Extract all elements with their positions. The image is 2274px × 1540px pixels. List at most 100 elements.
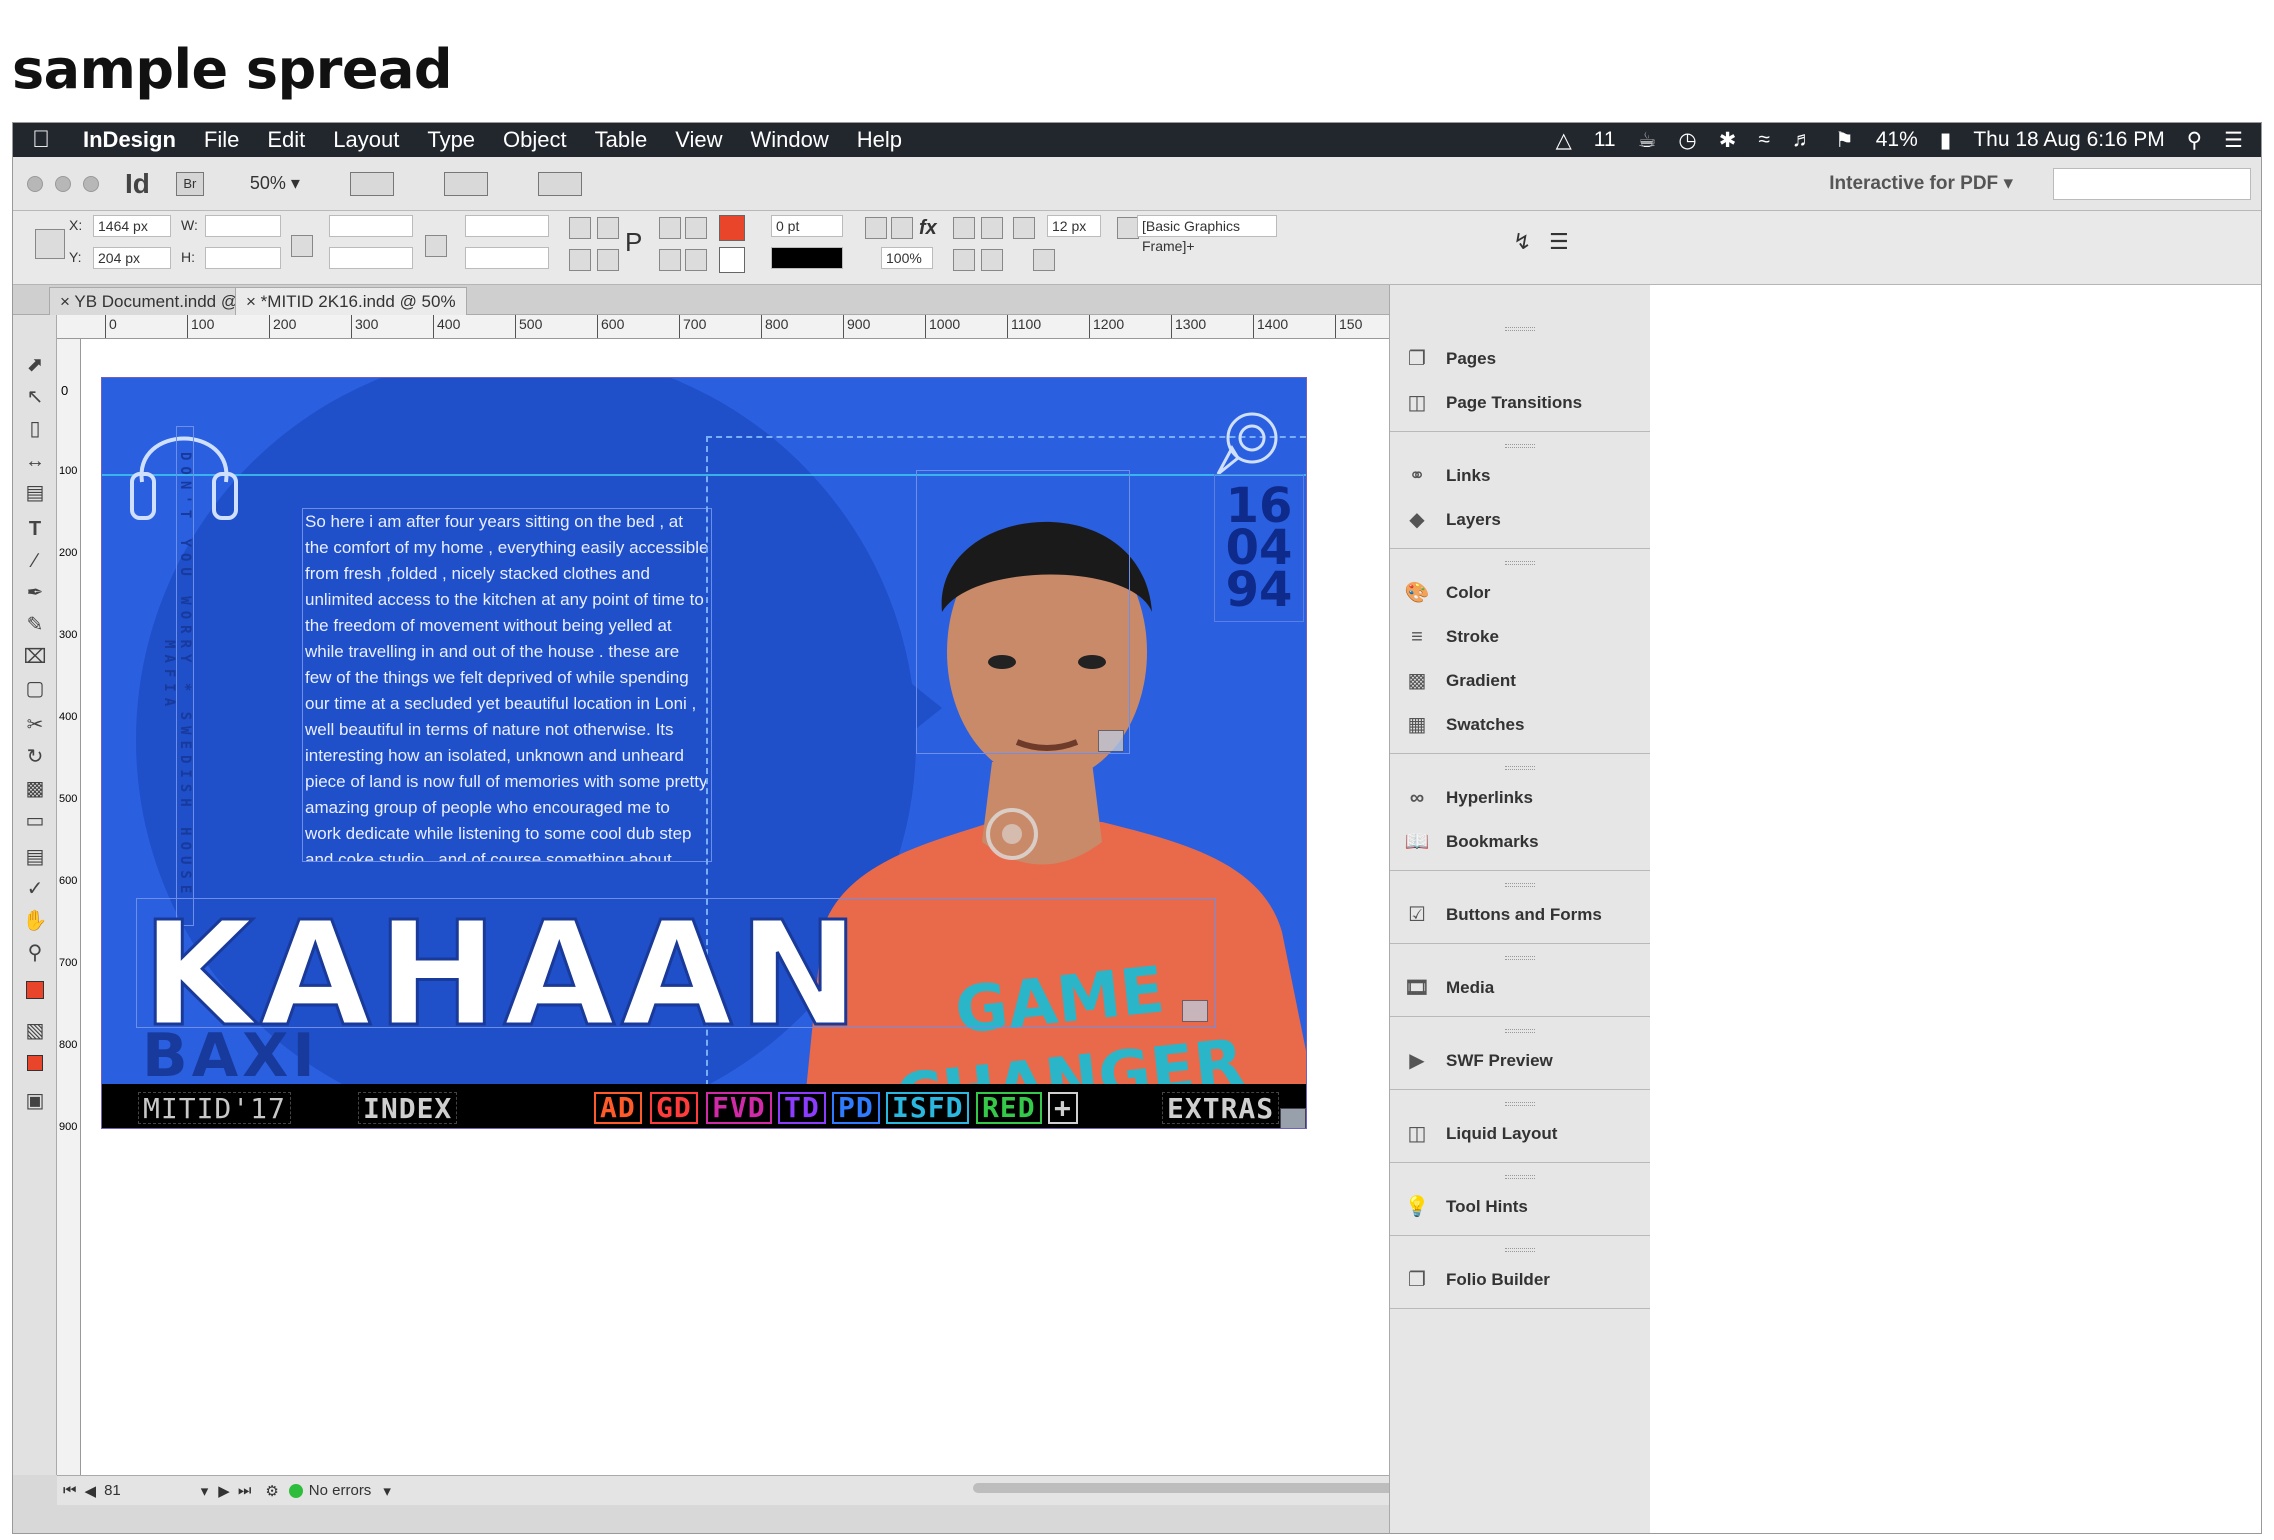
quick-apply-icon[interactable]: ↯: [1513, 229, 1531, 255]
align-top-icon[interactable]: [953, 249, 975, 271]
selection-tool-icon[interactable]: ⬈: [21, 351, 49, 379]
last-name-title[interactable]: BAXI: [142, 1026, 319, 1086]
corner-shape-icon[interactable]: [1033, 249, 1055, 271]
footer-tag-fvd[interactable]: FVD: [706, 1092, 772, 1124]
preflight-dropdown-icon[interactable]: ▾: [383, 1482, 391, 1500]
menu-edit[interactable]: Edit: [253, 127, 319, 153]
menu-file[interactable]: File: [190, 127, 253, 153]
workspace-switcher[interactable]: Interactive for PDF ▾: [1829, 172, 2053, 195]
view-options-button[interactable]: [349, 171, 394, 196]
panel-group-grip[interactable]: [1505, 327, 1535, 331]
panel-links[interactable]: ⚭ Links: [1390, 454, 1650, 498]
rotate-ccw-icon[interactable]: [597, 217, 619, 239]
menu-type[interactable]: Type: [413, 127, 489, 153]
panel-color[interactable]: 🎨 Color: [1390, 571, 1650, 615]
align-left-icon[interactable]: [953, 217, 975, 239]
document-spread[interactable]: DON'T YOU WORRY * SWEDISH HOUSE MAFIA So…: [101, 377, 1307, 1129]
link-scale-icon[interactable]: [425, 235, 447, 257]
panel-group-grip[interactable]: [1505, 883, 1535, 887]
rotation-field[interactable]: [465, 215, 549, 237]
select-content-icon[interactable]: [659, 249, 681, 271]
drop-shadow-icon[interactable]: [891, 217, 913, 239]
zoom-button[interactable]: [83, 175, 99, 192]
zoom-level-select[interactable]: 50% ▾: [250, 173, 300, 194]
fill-swatch[interactable]: [719, 215, 745, 241]
song-credit-vertical-text[interactable]: DON'T YOU WORRY * SWEDISH HOUSE MAFIA: [161, 426, 194, 926]
menu-window[interactable]: Window: [737, 127, 843, 153]
coffee-icon[interactable]: ☕: [1638, 128, 1657, 153]
eyedropper-tool-icon[interactable]: ✓: [21, 875, 49, 903]
fx-icon[interactable]: fx: [919, 217, 937, 240]
gradient-swatch-tool-icon[interactable]: ▩: [21, 775, 49, 803]
panel-hyperlinks[interactable]: ∞ Hyperlinks: [1390, 776, 1650, 820]
paragraph-icon[interactable]: P: [625, 227, 642, 258]
rectangle-frame-tool-icon[interactable]: ⌧: [21, 643, 49, 671]
distribute-icon[interactable]: [981, 249, 1003, 271]
first-page-icon[interactable]: ⏮: [63, 1482, 77, 1499]
zoom-tool-icon[interactable]: ⚲: [21, 939, 49, 967]
apple-icon[interactable]: : [13, 126, 69, 154]
bluetooth-icon[interactable]: ✱: [1719, 128, 1737, 153]
panel-group-grip[interactable]: [1505, 1175, 1535, 1179]
menu-view[interactable]: View: [661, 127, 736, 153]
shear-field[interactable]: [465, 247, 549, 269]
notification-icon[interactable]: ☰: [2224, 128, 2243, 153]
link-badge-icon[interactable]: [1182, 1000, 1208, 1022]
direct-selection-tool-icon[interactable]: ↖: [21, 383, 49, 411]
hand-tool-icon[interactable]: ✋: [21, 907, 49, 935]
panel-group-grip[interactable]: [1505, 1248, 1535, 1252]
type-tool-icon[interactable]: T: [21, 515, 49, 543]
panel-menu-icon[interactable]: ☰: [1549, 229, 1569, 255]
panel-bookmarks[interactable]: 📖 Bookmarks: [1390, 820, 1650, 864]
adobe-icon[interactable]: △: [1556, 128, 1572, 153]
panel-group-grip[interactable]: [1505, 1029, 1535, 1033]
x-position-field[interactable]: 1464 px: [93, 215, 171, 237]
panel-liquid-layout[interactable]: ◫ Liquid Layout: [1390, 1112, 1650, 1156]
footer-extras-link[interactable]: EXTRAS: [1162, 1092, 1280, 1125]
panel-group-grip[interactable]: [1505, 561, 1535, 565]
preflight-menu-icon[interactable]: ⚙: [265, 1482, 278, 1500]
flip-horizontal-icon[interactable]: [569, 249, 591, 271]
corner-options-icon[interactable]: [1013, 217, 1035, 239]
scissors-tool-icon[interactable]: ✂: [21, 711, 49, 739]
screen-mode-button[interactable]: [443, 171, 488, 196]
content-collector-icon[interactable]: ▤: [21, 479, 49, 507]
rotate-cw-icon[interactable]: [569, 217, 591, 239]
stroke-weight-field[interactable]: 0 pt: [771, 215, 843, 237]
menu-help[interactable]: Help: [843, 127, 916, 153]
note-tool-icon[interactable]: ▤: [21, 843, 49, 871]
screen-mode-icon[interactable]: ▣: [21, 1087, 49, 1115]
footer-brand[interactable]: MITID'17: [138, 1092, 291, 1125]
select-container-icon[interactable]: [659, 217, 681, 239]
volume-icon[interactable]: ♬: [1792, 128, 1813, 152]
battery-icon[interactable]: ▮: [1940, 128, 1952, 153]
stroke-type-select[interactable]: [771, 247, 843, 269]
prev-page-icon[interactable]: ◀: [85, 1482, 97, 1500]
scale-y-field[interactable]: [329, 247, 413, 269]
menu-layout[interactable]: Layout: [319, 127, 413, 153]
panel-media[interactable]: 🎞 Media: [1390, 966, 1650, 1010]
panel-folio-builder[interactable]: ❐ Folio Builder: [1390, 1258, 1650, 1302]
panel-swf-preview[interactable]: ▶ SWF Preview: [1390, 1039, 1650, 1083]
story-text-frame[interactable]: So here i am after four years sitting on…: [302, 508, 712, 862]
panel-group-grip[interactable]: [1505, 1102, 1535, 1106]
menu-app-name[interactable]: InDesign: [69, 127, 190, 153]
gradient-feather-tool-icon[interactable]: ▭: [21, 807, 49, 835]
panel-group-grip[interactable]: [1505, 766, 1535, 770]
bridge-button[interactable]: Br: [175, 171, 204, 196]
footer-tag-pd[interactable]: PD: [832, 1092, 880, 1124]
y-position-field[interactable]: 204 px: [93, 247, 171, 269]
gap-tool-icon[interactable]: ↔: [21, 447, 49, 475]
footer-tag-isfd[interactable]: ISFD: [886, 1092, 970, 1124]
height-field[interactable]: [205, 247, 281, 269]
clock[interactable]: Thu 18 Aug 6:16 PM: [1973, 128, 2164, 152]
width-field[interactable]: [205, 215, 281, 237]
effects-icon[interactable]: [865, 217, 887, 239]
page-tool-icon[interactable]: ▯: [21, 415, 49, 443]
formatting-affects-icon[interactable]: ▧: [21, 1017, 49, 1045]
wifi-icon[interactable]: ≈: [1758, 128, 1770, 152]
select-next-icon[interactable]: [685, 249, 707, 271]
panel-swatches[interactable]: ▦ Swatches: [1390, 703, 1650, 747]
page-number-field[interactable]: 81: [104, 1482, 121, 1499]
panel-gradient[interactable]: ▩ Gradient: [1390, 659, 1650, 703]
